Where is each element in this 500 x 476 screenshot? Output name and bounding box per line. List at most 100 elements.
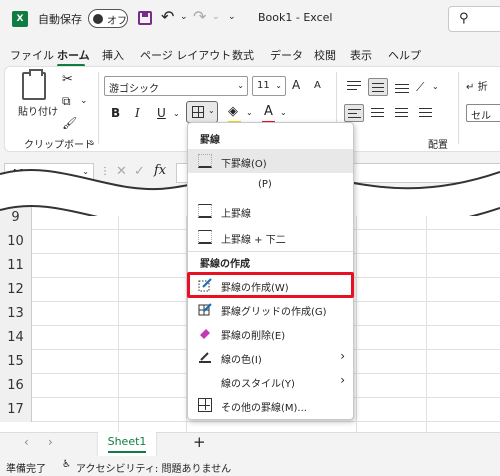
top-double-bottom-border-icon bbox=[198, 230, 212, 244]
tab-review[interactable]: 校閲 bbox=[314, 47, 336, 63]
menu-item-label: 下罫線(O) bbox=[221, 159, 267, 170]
add-sheet-button[interactable]: + bbox=[193, 433, 206, 451]
sheet-tab-sheet1[interactable]: Sheet1 bbox=[98, 432, 156, 456]
highlight-box bbox=[187, 272, 354, 298]
insert-function-button[interactable]: fx bbox=[154, 163, 166, 178]
accessibility-icon[interactable]: ♿ bbox=[62, 459, 71, 470]
row-number[interactable]: 13 bbox=[0, 302, 32, 326]
tab-data[interactable]: データ bbox=[270, 47, 303, 63]
align-center-icon[interactable] bbox=[368, 104, 388, 122]
copy-dropdown-icon[interactable]: ⌄ bbox=[80, 96, 88, 106]
font-name-select[interactable]: 游ゴシック ⌄ bbox=[104, 76, 248, 96]
orientation-icon[interactable]: ⟋ bbox=[416, 80, 424, 95]
row-number[interactable]: 11 bbox=[0, 254, 32, 278]
menu-item-top-border[interactable]: 上罫線 bbox=[188, 199, 353, 223]
enter-entry-icon[interactable]: ✓ bbox=[134, 164, 145, 179]
cancel-entry-icon[interactable]: ✕ bbox=[116, 164, 127, 179]
italic-button[interactable]: I bbox=[135, 106, 140, 120]
tab-formulas[interactable]: 数式 bbox=[232, 47, 254, 63]
tab-page-layout[interactable]: ページ レイアウト bbox=[140, 47, 231, 63]
bottom-border-icon bbox=[198, 154, 212, 168]
search-box[interactable]: ⚲ bbox=[448, 6, 500, 32]
wrap-text-button[interactable]: ↵ 折 bbox=[466, 78, 488, 93]
undo-icon[interactable]: ↶ bbox=[161, 7, 174, 26]
borders-button[interactable]: ⌄ bbox=[186, 101, 218, 123]
tab-file[interactable]: ファイル bbox=[10, 47, 54, 63]
align-right-icon[interactable] bbox=[392, 104, 412, 122]
paste-button-label[interactable]: 貼り付け bbox=[18, 103, 58, 118]
customize-toolbar-icon[interactable]: ⌄ bbox=[228, 12, 236, 22]
underline-dropdown-icon[interactable]: ⌄ bbox=[173, 109, 180, 118]
status-ready: 準備完了 bbox=[6, 464, 46, 475]
indent-icon[interactable] bbox=[416, 104, 436, 122]
align-top-icon[interactable] bbox=[344, 78, 364, 96]
menu-item-draw-border-grid[interactable]: 罫線グリッドの作成(G) bbox=[188, 297, 353, 321]
copy-icon[interactable]: ⧉ bbox=[62, 94, 71, 109]
column-gridline bbox=[118, 206, 119, 432]
tab-home[interactable]: ホーム bbox=[57, 47, 90, 63]
next-sheet-icon[interactable]: › bbox=[48, 435, 53, 449]
align-middle-icon[interactable] bbox=[368, 78, 388, 96]
menu-section-borders: 罫線 bbox=[200, 135, 220, 146]
formula-bar-more-icon[interactable]: ⋮ bbox=[100, 166, 110, 177]
menu-item-erase-border[interactable]: 罫線の削除(E) bbox=[188, 321, 353, 345]
grow-font-button[interactable]: A bbox=[292, 78, 300, 92]
menu-item-more-borders[interactable]: その他の罫線(M)... bbox=[188, 393, 353, 417]
menu-item-label: 線のスタイル(Y) bbox=[221, 379, 295, 390]
accessibility-status[interactable]: アクセシビリティ: 問題ありません bbox=[76, 460, 231, 475]
row-number[interactable]: 10 bbox=[0, 230, 32, 254]
merge-center-button[interactable]: セル bbox=[466, 104, 500, 122]
fill-color-icon[interactable]: ◈ bbox=[228, 104, 238, 119]
cut-icon[interactable]: ✂ bbox=[62, 72, 73, 87]
clipboard-group-label: クリップボード bbox=[24, 140, 94, 151]
redo-icon[interactable]: ↷ bbox=[193, 7, 206, 26]
font-size-value: 11 bbox=[257, 80, 270, 91]
menu-item-cut-off[interactable]: (P) bbox=[188, 173, 353, 197]
more-borders-icon bbox=[198, 398, 212, 412]
menu-item-line-color[interactable]: 線の色(I) › bbox=[188, 345, 353, 369]
shrink-font-button[interactable]: A bbox=[314, 80, 321, 91]
menu-item-top-double-bottom-border[interactable]: 上罫線 + 下二 bbox=[188, 225, 353, 249]
font-size-select[interactable]: 11 ⌄ bbox=[252, 76, 286, 96]
alignment-group-label: 配置 bbox=[428, 140, 448, 151]
previous-sheet-icon[interactable]: ‹ bbox=[24, 435, 29, 449]
ribbon-divider bbox=[98, 72, 99, 144]
tab-help[interactable]: ヘルプ bbox=[388, 47, 421, 63]
paste-icon[interactable] bbox=[22, 69, 46, 100]
row-number[interactable]: 12 bbox=[0, 278, 32, 302]
tab-view[interactable]: 表示 bbox=[350, 47, 372, 63]
orientation-dropdown-icon[interactable]: ⌄ bbox=[432, 82, 439, 91]
fill-color-dropdown-icon[interactable]: ⌄ bbox=[246, 108, 253, 117]
toggle-knob-icon bbox=[93, 14, 103, 24]
row-number[interactable]: 14 bbox=[0, 326, 32, 350]
undo-dropdown-icon[interactable]: ⌄ bbox=[180, 12, 188, 22]
row-number[interactable]: 16 bbox=[0, 374, 32, 398]
chevron-right-icon: › bbox=[340, 373, 345, 387]
title-bar: X 自動保存 オフ ↶ ⌄ ↷ ⌄ ⌄ Book1 - Excel ⚲ bbox=[0, 0, 500, 38]
row-number[interactable]: 9 bbox=[0, 206, 32, 230]
align-bottom-icon[interactable] bbox=[392, 78, 412, 96]
menu-item-line-style[interactable]: 線のスタイル(Y) › bbox=[188, 369, 353, 393]
chevron-down-icon: ⌄ bbox=[82, 167, 89, 176]
tab-insert[interactable]: 挿入 bbox=[102, 47, 124, 63]
clipboard-launcher-icon[interactable]: ↘ bbox=[88, 138, 95, 147]
save-icon[interactable] bbox=[138, 11, 152, 25]
bold-button[interactable]: B bbox=[111, 106, 120, 120]
autosave-toggle[interactable]: オフ bbox=[88, 9, 128, 28]
borders-dropdown-menu: 罫線 下罫線(O) (P) 上罫線 上罫線 + 下二 罫線の作成 罫線の作成(W… bbox=[187, 122, 354, 420]
excel-logo-icon: X bbox=[12, 11, 28, 27]
row-number[interactable]: 15 bbox=[0, 350, 32, 374]
column-header-a[interactable]: A bbox=[66, 191, 74, 204]
font-color-dropdown-icon[interactable]: ⌄ bbox=[280, 108, 287, 117]
chevron-down-icon: ⌄ bbox=[208, 106, 215, 115]
menu-item-bottom-border[interactable]: 下罫線(O) bbox=[188, 149, 353, 173]
redo-dropdown-icon[interactable]: ⌄ bbox=[212, 12, 220, 22]
underline-button[interactable]: U bbox=[157, 106, 166, 120]
font-color-button[interactable]: A bbox=[264, 104, 273, 119]
top-border-icon bbox=[198, 204, 212, 218]
align-left-icon[interactable] bbox=[344, 104, 364, 122]
name-box[interactable]: A1 ⌄ bbox=[4, 163, 94, 183]
menu-section-draw-borders: 罫線の作成 bbox=[200, 259, 250, 270]
format-painter-icon[interactable]: 🖌 bbox=[62, 116, 77, 130]
row-number[interactable]: 17 bbox=[0, 398, 32, 422]
